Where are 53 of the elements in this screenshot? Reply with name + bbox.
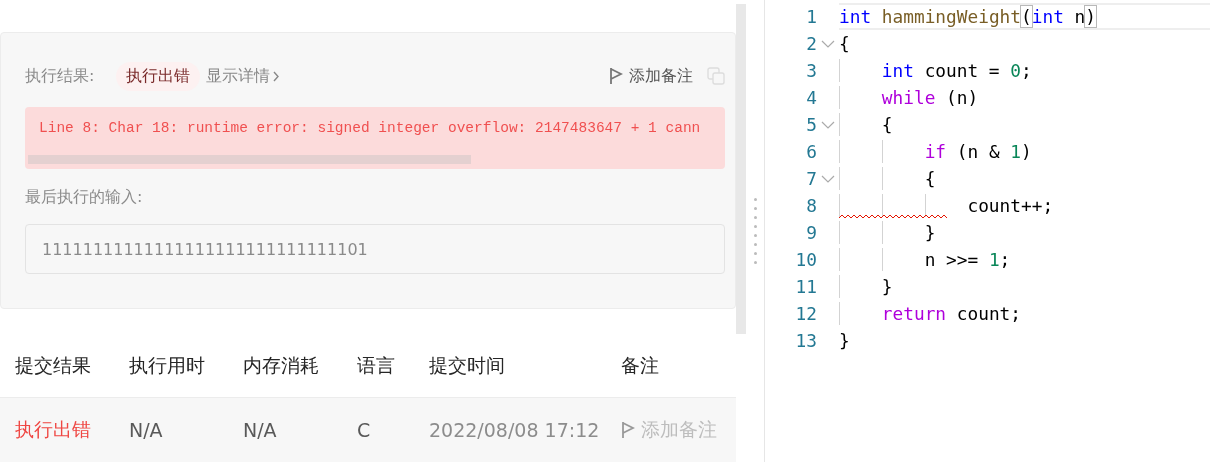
last-input-label: 最后执行的输入:: [25, 187, 144, 208]
column-header: 备注: [621, 353, 660, 378]
line-number: 13: [794, 330, 817, 351]
line-number: 7: [805, 168, 817, 189]
chevron-icon: [273, 70, 281, 82]
line-number: 1: [805, 6, 817, 27]
column-header: 内存消耗: [243, 353, 320, 378]
table-cell-text: N/A: [243, 419, 278, 441]
line-number: 8: [805, 195, 817, 216]
fold-chevron-icon[interactable]: [821, 120, 835, 129]
line-number: 4: [805, 87, 817, 108]
code-line: {: [839, 33, 850, 54]
column-header: 提交时间: [429, 353, 506, 378]
code-line: n >>= 1;: [923, 249, 1011, 270]
code-line: count++;: [966, 195, 1054, 216]
line-number: 12: [794, 303, 817, 324]
code-line: {: [923, 168, 936, 189]
line-number: 5: [805, 114, 817, 135]
flag-icon: [609, 67, 623, 85]
code-line: }: [923, 222, 936, 243]
result-cell[interactable]: 执行出错: [15, 417, 129, 443]
column-header: 执行用时: [129, 353, 206, 378]
table-cell-text: C: [357, 419, 372, 441]
details-link[interactable]: 显示详情: [206, 65, 281, 87]
add-note-button[interactable]: 添加备注: [609, 65, 693, 87]
code-line: {: [880, 114, 893, 135]
flag-icon: [621, 421, 635, 439]
line-number: 6: [805, 141, 817, 162]
line-number: 11: [794, 276, 817, 297]
column-header: 提交结果: [15, 353, 92, 378]
code-line: return count;: [880, 303, 1021, 324]
last-input-value: 11111111111111111111111111111101: [25, 224, 725, 274]
table-cell-text: N/A: [129, 419, 164, 441]
code-line: while (n): [880, 87, 979, 108]
code-line: }: [839, 330, 850, 351]
add-note-button[interactable]: 添加备注: [621, 417, 751, 443]
code-line: }: [880, 276, 893, 297]
table-cell-text: 2022/08/08 17:12: [429, 419, 601, 441]
line-number: 3: [805, 60, 817, 81]
line-number: 9: [805, 222, 817, 243]
status-badge: 执行出错: [116, 61, 201, 91]
code-line: int count = 0;: [880, 60, 1032, 81]
fold-chevron-icon[interactable]: [821, 39, 835, 48]
scrollbar-thumb[interactable]: [28, 155, 471, 164]
line-number: 2: [805, 33, 817, 54]
line-number: 10: [794, 249, 817, 270]
column-header: 语言: [357, 353, 396, 378]
error-message: Line 8: Char 18: runtime error: signed integer overflow: 2147483647 + 1 cann: [39, 120, 702, 136]
copy-icon[interactable]: [707, 67, 725, 85]
code-line: int hammingWeight(int n): [839, 6, 1096, 27]
code-line: if (n & 1): [923, 141, 1032, 162]
result-label: 执行结果:: [25, 65, 95, 87]
fold-chevron-icon[interactable]: [821, 174, 835, 183]
